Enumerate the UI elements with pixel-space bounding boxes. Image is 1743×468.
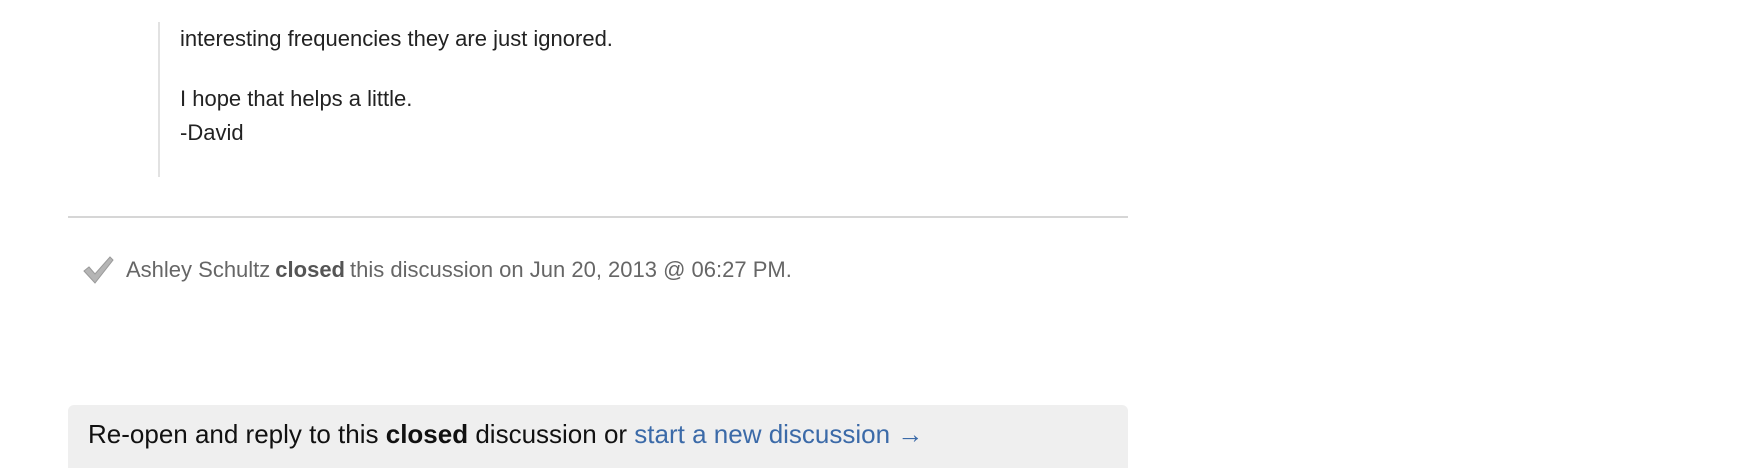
check-icon	[80, 252, 116, 288]
message-signature: -David	[180, 120, 244, 145]
reply-bar-text: Re-open and reply to this	[88, 419, 386, 449]
closed-action: closed	[275, 257, 345, 282]
message-quote: interesting frequencies they are just ig…	[158, 22, 858, 177]
closed-timestamp-text: this discussion on Jun 20, 2013 @ 06:27 …	[350, 257, 792, 282]
message-line: I hope that helps a little.	[180, 86, 413, 111]
reply-bar: Re-open and reply to this closed discuss…	[68, 405, 1128, 468]
closed-by-user: Ashley Schultz	[126, 257, 271, 282]
reply-bar-closed-word: closed	[385, 419, 469, 449]
closed-event: Ashley Schultz closed this discussion on…	[80, 250, 792, 290]
reply-bar-text: discussion or	[468, 419, 635, 449]
message-line: interesting frequencies they are just ig…	[180, 26, 613, 51]
start-new-discussion-link[interactable]: start a new discussion →	[634, 419, 923, 449]
divider	[68, 216, 1128, 218]
